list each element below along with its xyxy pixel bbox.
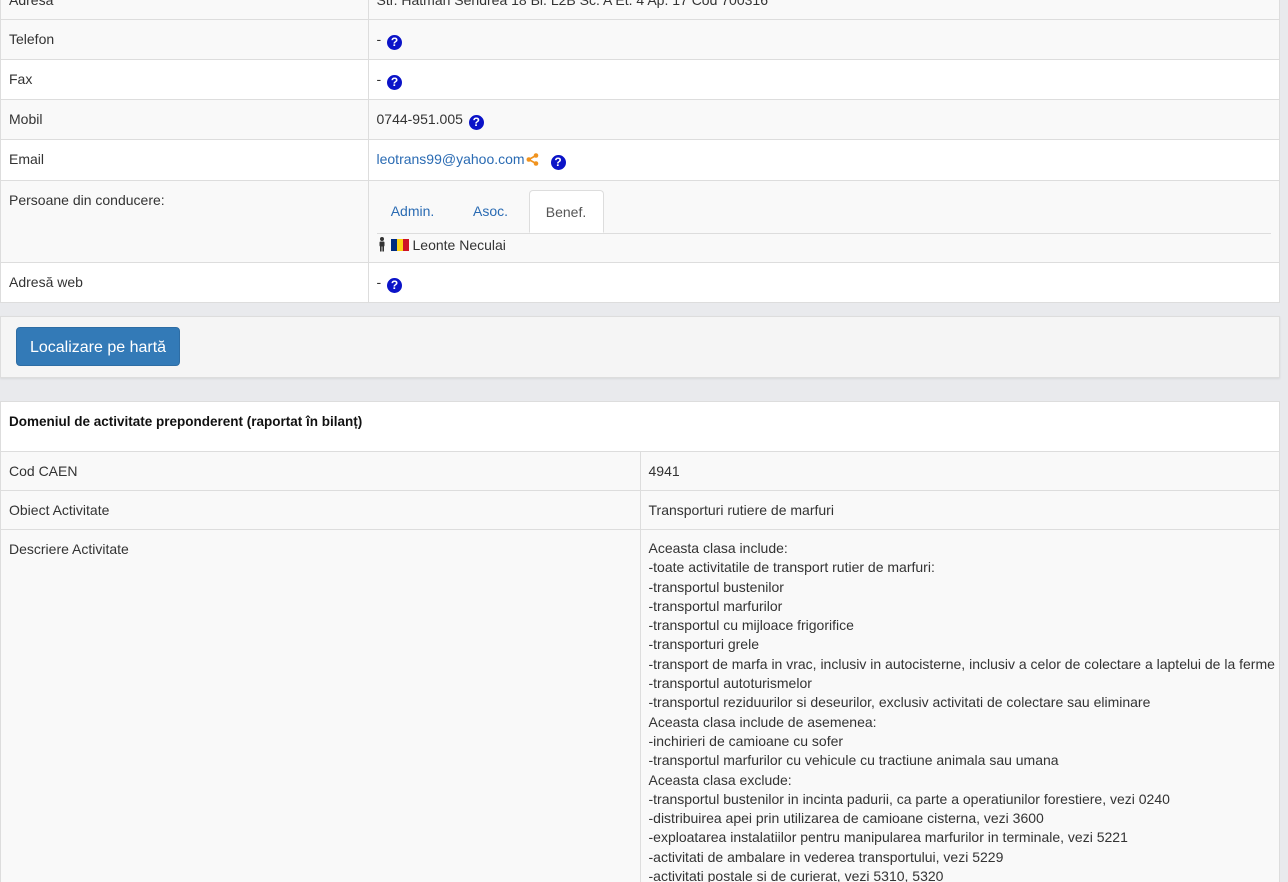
- row-email: Email leotrans99@yahoo.com?: [1, 139, 1279, 181]
- description-line: -transportul marfurilor cu vehicule cu t…: [648, 752, 1059, 769]
- description-line: -transportul reziduurilor si deseurilor,…: [648, 694, 1151, 711]
- activity-heading-row: Domeniul de activitate preponderent (rap…: [1, 402, 1279, 452]
- row-management: Persoane din conducere: Admin. Asoc. Ben…: [1, 180, 1279, 263]
- description-line: -activitati de ambalare in vederea trans…: [648, 848, 1004, 865]
- help-icon[interactable]: ?: [550, 155, 566, 170]
- help-icon[interactable]: ?: [387, 278, 403, 293]
- description-text: Aceasta clasa include: -toate activitatil…: [648, 539, 1275, 882]
- help-icon[interactable]: ?: [387, 35, 403, 50]
- description-line: -activitati postale si de curierat, vezi…: [648, 868, 944, 882]
- fax-value: -: [376, 71, 382, 87]
- website-label: Adresă web: [1, 262, 369, 302]
- description-line: -inchirieri de camioane cu sofer: [648, 732, 844, 749]
- email-link[interactable]: leotrans99@yahoo.com: [377, 151, 525, 167]
- email-label: Email: [1, 139, 369, 181]
- website-value: -: [376, 274, 382, 290]
- tab-asoc[interactable]: Asoc.: [465, 190, 517, 233]
- activity-table: Domeniul de activitate preponderent (rap…: [0, 401, 1280, 882]
- row-fax: Fax - ?: [1, 59, 1279, 100]
- row-object: Obiect Activitate Transporturi rutiere d…: [1, 490, 1279, 530]
- description-line: Aceasta clasa include:: [648, 540, 788, 556]
- help-icon[interactable]: ?: [387, 75, 403, 90]
- description-line: -transportul marfurilor: [648, 597, 783, 614]
- description-line: -transportul bustenilor in incinta padur…: [648, 790, 1170, 807]
- description-label: Descriere Activitate: [1, 529, 641, 882]
- management-cell: Admin. Asoc. Benef. Leonte Neculai: [368, 180, 1279, 263]
- caen-label: Cod CAEN: [1, 451, 641, 491]
- object-value: Transporturi rutiere de marfuri: [640, 490, 1279, 530]
- email-cell: leotrans99@yahoo.com?: [368, 139, 1279, 181]
- activity-heading: Domeniul de activitate preponderent (rap…: [1, 402, 1279, 452]
- description-line: -transporturi grele: [648, 636, 760, 653]
- description-cell: Aceasta clasa include: -toate activitatil…: [640, 529, 1279, 882]
- address-value: Str. Hatman Sendrea 18 Bl. L2B Sc. A Et.…: [368, 0, 1279, 20]
- row-description: Descriere Activitate Aceasta clasa inclu…: [1, 529, 1279, 882]
- row-mobile: Mobil 0744-951.005 ?: [1, 99, 1279, 140]
- mobile-value: 0744-951.005: [376, 111, 463, 127]
- row-phone: Telefon - ?: [1, 19, 1279, 60]
- description-line: -toate activitatile de transport rutier …: [648, 559, 935, 576]
- row-website: Adresă web - ?: [1, 262, 1279, 302]
- description-line: -transport de marfa in vrac, inclusiv in…: [648, 655, 1275, 672]
- caen-value: 4941: [640, 451, 1279, 491]
- help-icon[interactable]: ?: [468, 115, 484, 130]
- mobile-cell: 0744-951.005 ?: [368, 99, 1279, 140]
- description-line: Aceasta clasa exclude:: [648, 771, 792, 788]
- tab-admin[interactable]: Admin.: [387, 190, 439, 233]
- description-line: -transportul bustenilor: [648, 578, 784, 595]
- tab-benef[interactable]: Benef.: [528, 190, 604, 233]
- fax-label: Fax: [1, 59, 369, 100]
- description-line: -exploatarea instalatiilor pentru manipu…: [648, 829, 1128, 846]
- mobile-label: Mobil: [1, 99, 369, 140]
- share-icon[interactable]: [526, 151, 539, 171]
- phone-value: -: [376, 31, 382, 47]
- romania-flag-icon: [390, 236, 409, 251]
- description-line: -transportul cu mijloace frigorifice: [648, 617, 854, 634]
- row-address: Adresă Str. Hatman Sendrea 18 Bl. L2B Sc…: [1, 0, 1279, 20]
- object-label: Obiect Activitate: [1, 490, 641, 530]
- website-cell: - ?: [368, 262, 1279, 302]
- person-entry: Leonte Neculai: [377, 234, 1272, 255]
- address-label: Adresă: [1, 0, 369, 20]
- management-tabs: Admin. Asoc. Benef.: [376, 190, 1271, 234]
- map-location-button[interactable]: Localizare pe hartă: [16, 327, 180, 366]
- phone-cell: - ?: [368, 19, 1279, 60]
- description-line: Aceasta clasa include de asemenea:: [648, 713, 877, 730]
- person-name[interactable]: Leonte Neculai: [413, 237, 506, 253]
- row-caen: Cod CAEN 4941: [1, 451, 1279, 491]
- map-panel: Localizare pe hartă: [0, 316, 1280, 378]
- page: Adresă Str. Hatman Sendrea 18 Bl. L2B Sc…: [0, 0, 1288, 882]
- description-line: -distribuirea apei prin utilizarea de ca…: [648, 810, 1044, 827]
- fax-cell: - ?: [368, 59, 1279, 100]
- person-icon: [379, 237, 384, 252]
- description-line: -transportul autoturismelor: [648, 675, 812, 692]
- management-label: Persoane din conducere:: [1, 180, 369, 263]
- contact-table: Adresă Str. Hatman Sendrea 18 Bl. L2B Sc…: [0, 0, 1280, 303]
- phone-label: Telefon: [1, 19, 369, 60]
